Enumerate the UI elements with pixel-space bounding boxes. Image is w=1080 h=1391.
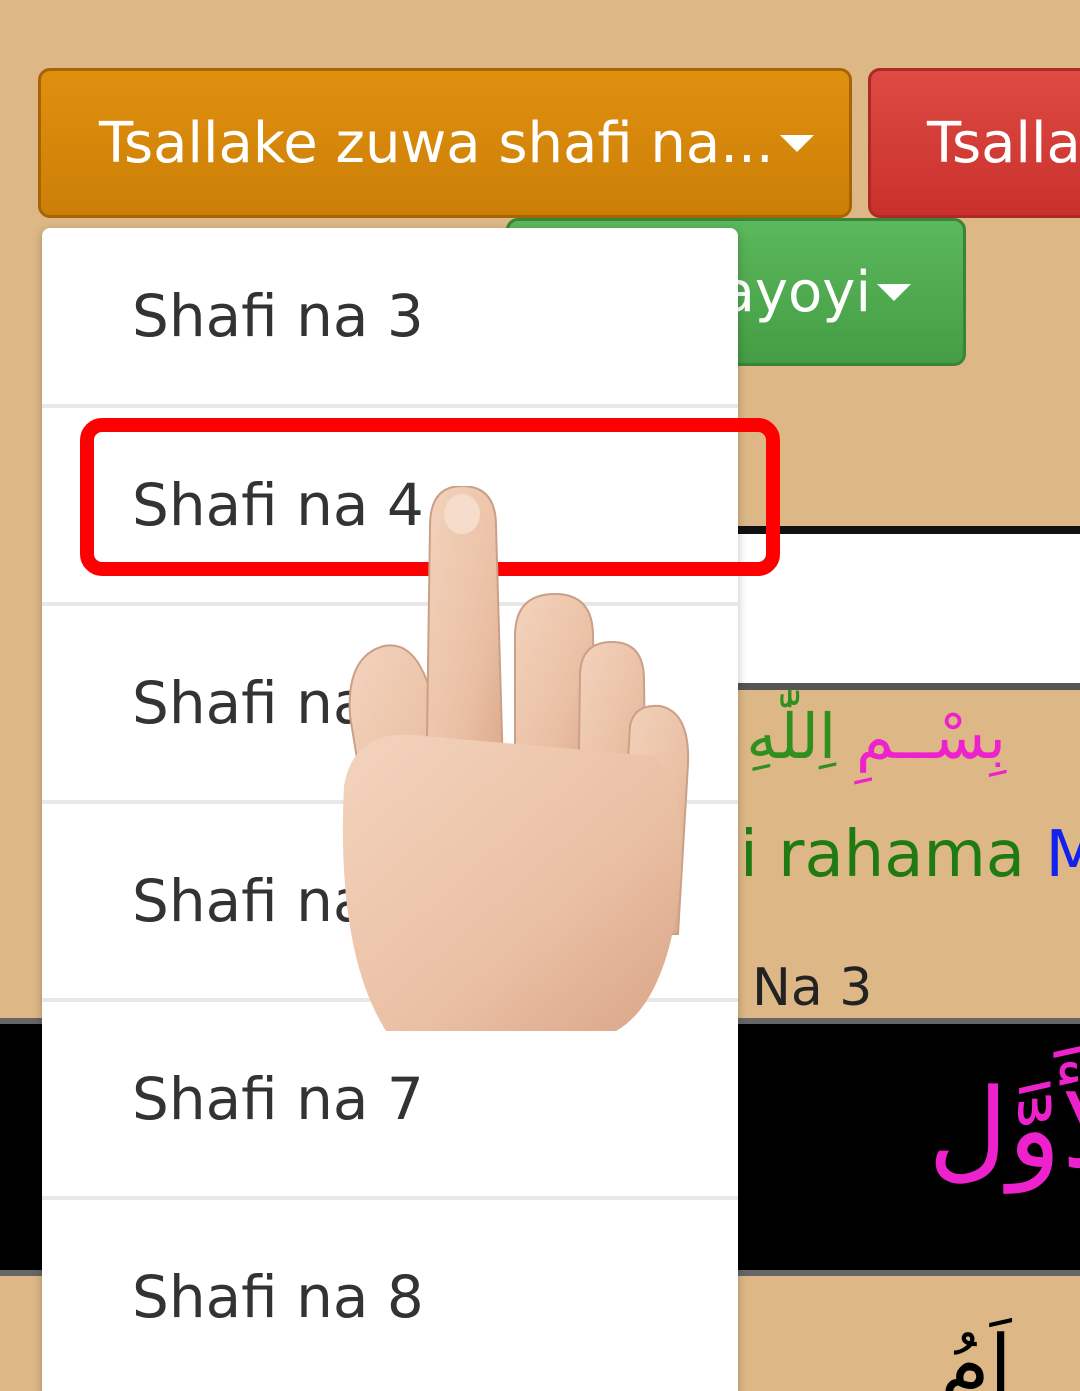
bismillah-text: بِسْــمِ اِللّٰهِ الرَّ	[656, 700, 1006, 773]
chevron-down-icon	[877, 283, 911, 301]
dropdown-item-page-8[interactable]: Shafi na 8	[42, 1200, 738, 1391]
pointing-hand-icon	[342, 486, 690, 1031]
dropdown-item-label: Shafi na 3	[132, 282, 424, 350]
verses-label: ayoyi	[720, 259, 871, 325]
page-label: Na 3	[752, 958, 873, 1018]
skip-red-label: Tsallake zuwa	[927, 110, 1080, 176]
dropdown-item-page-7[interactable]: Shafi na 7	[42, 1002, 738, 1200]
verse-fragment: اَمُ	[940, 1318, 1012, 1391]
skip-to-page-dropdown-button[interactable]: Tsallake zuwa shafi na...	[38, 68, 852, 218]
heading-arabic: لأَوَّل	[928, 1065, 1080, 1193]
skip-to-dropdown-button[interactable]: Tsallake zuwa	[868, 68, 1080, 218]
translation-blue: M	[1045, 818, 1080, 892]
chevron-down-icon	[779, 134, 814, 152]
skip-to-page-label: Tsallake zuwa shafi na...	[99, 110, 774, 176]
dropdown-item-label: Shafi na 7	[132, 1065, 424, 1133]
translation-green: i rahama	[740, 818, 1025, 892]
translation-line: i rahama M	[740, 818, 1080, 892]
bismillah-magenta: بِسْــمِ	[855, 700, 1006, 773]
dropdown-item-page-3[interactable]: Shafi na 3	[42, 228, 738, 408]
dropdown-item-label: Shafi na 8	[132, 1263, 424, 1331]
